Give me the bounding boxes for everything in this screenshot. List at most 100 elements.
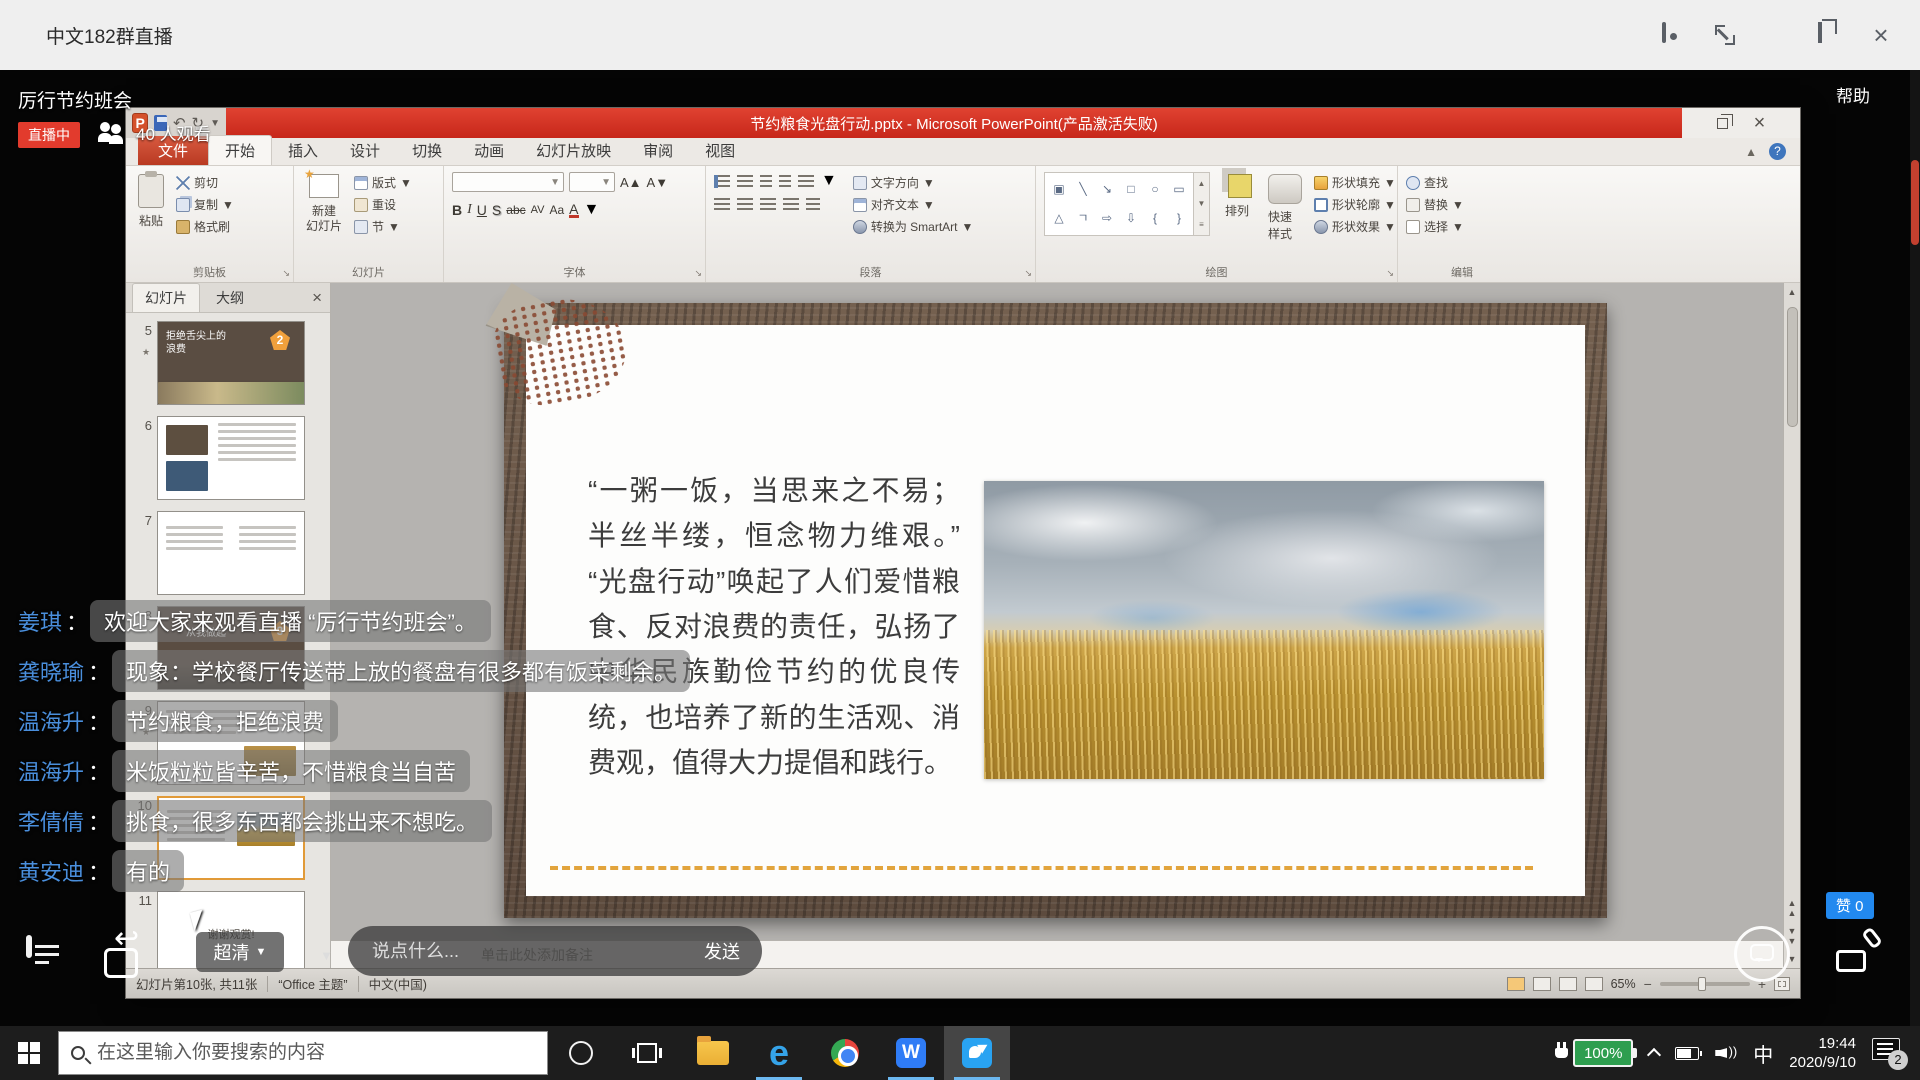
cortana-button[interactable] <box>548 1026 614 1080</box>
numbering-icon[interactable] <box>737 175 753 188</box>
minimize-ribbon-icon[interactable]: ▲ <box>1745 145 1757 159</box>
line-spacing-icon[interactable] <box>798 175 814 188</box>
align-right-icon[interactable] <box>760 198 776 211</box>
shape-effects-button[interactable]: 形状效果▼ <box>1314 218 1396 235</box>
ppt-restore-button[interactable] <box>1717 118 1728 129</box>
tab-view[interactable]: 视图 <box>689 136 751 165</box>
format-painter-button[interactable]: 格式刷 <box>176 218 234 235</box>
copy-button[interactable]: 复制▼ <box>176 196 234 213</box>
shape-fill-button[interactable]: 形状填充▼ <box>1314 174 1396 191</box>
drawing-dialog-launcher-icon[interactable]: ↘ <box>1386 268 1394 279</box>
tab-slideshow[interactable]: 幻灯片放映 <box>520 136 627 165</box>
select-button[interactable]: 选择▼ <box>1406 218 1520 235</box>
slide-thumbnail-6[interactable] <box>157 416 305 500</box>
share-button[interactable]: ↩ <box>100 932 152 984</box>
taskbar-clock[interactable]: 19:44 2020/9/10 <box>1789 1034 1856 1072</box>
stream-scrollbar[interactable] <box>1910 70 1920 1026</box>
volume-icon[interactable] <box>1715 1044 1737 1062</box>
bold-button[interactable]: B <box>452 202 462 218</box>
slide-thumbnail-5[interactable]: 拒绝舌尖上的浪费 2 <box>157 321 305 405</box>
restore-button[interactable] <box>1818 24 1840 46</box>
vertical-scrollbar[interactable]: ▲ ▲▲ ▼▼ ▼ <box>1783 283 1800 968</box>
char-spacing-button[interactable]: AV <box>531 204 545 216</box>
minimize-button[interactable] <box>1766 24 1788 46</box>
like-button[interactable] <box>1834 926 1884 976</box>
change-case-button[interactable]: Aa <box>549 203 564 217</box>
shape-outline-button[interactable]: 形状轮廓▼ <box>1314 196 1396 213</box>
help-link[interactable]: 帮助 <box>1836 82 1870 107</box>
tab-home[interactable]: 开始 <box>208 135 272 165</box>
font-family-select[interactable]: ▼ <box>452 172 564 192</box>
collapse-chevron-icon[interactable]: ▼ <box>320 948 333 963</box>
taskbar-search[interactable] <box>58 1031 548 1075</box>
ime-indicator[interactable]: 中 <box>1753 1039 1773 1068</box>
ppt-close-button[interactable]: × <box>1754 115 1766 131</box>
section-button[interactable]: 节▼ <box>354 218 412 235</box>
tab-insert[interactable]: 插入 <box>272 136 334 165</box>
justify-icon[interactable] <box>783 198 799 211</box>
font-size-select[interactable]: ▼ <box>569 172 615 192</box>
previous-slide-icon[interactable]: ▲▲ <box>1788 894 1797 922</box>
battery-icon[interactable] <box>1675 1047 1699 1060</box>
align-left-icon[interactable] <box>714 198 730 211</box>
normal-view-icon[interactable] <box>1507 977 1525 991</box>
close-button[interactable]: × <box>1870 24 1892 46</box>
reading-view-icon[interactable] <box>1559 977 1577 991</box>
decrease-indent-icon[interactable] <box>760 175 772 188</box>
replace-button[interactable]: 替换▼ <box>1406 196 1520 213</box>
zoom-slider[interactable] <box>1660 982 1750 986</box>
screenshare-icon[interactable] <box>1662 24 1684 46</box>
edge-button[interactable]: e <box>746 1026 812 1080</box>
search-input[interactable] <box>95 1041 535 1065</box>
clipboard-dialog-launcher-icon[interactable]: ↘ <box>282 268 290 279</box>
quality-selector[interactable]: 超清 ▼ <box>196 932 284 972</box>
align-text-button[interactable]: 对齐文本▼ <box>853 196 974 213</box>
panel-close-icon[interactable]: × <box>312 288 322 308</box>
find-button[interactable]: 查找 <box>1406 174 1520 191</box>
grow-font-icon[interactable]: A▲ <box>620 175 642 190</box>
slideshow-view-icon[interactable] <box>1585 977 1603 991</box>
chrome-button[interactable] <box>812 1026 878 1080</box>
font-dialog-launcher-icon[interactable]: ↘ <box>694 268 702 279</box>
panel-tab-outline[interactable]: 大纲 <box>204 284 256 312</box>
paragraph-dialog-launcher-icon[interactable]: ↘ <box>1024 268 1032 279</box>
chat-panel-toggle-button[interactable] <box>26 938 74 984</box>
send-button[interactable]: 发送 <box>704 938 740 964</box>
shapes-gallery[interactable]: ▣╲↘□○▭ △ㄱ⇨⇩{} <box>1044 172 1194 236</box>
stream-scrollbar-handle[interactable] <box>1911 160 1919 245</box>
qat-dropdown-icon[interactable]: ▼ <box>210 118 220 129</box>
power-status[interactable]: 100% <box>1555 1039 1633 1067</box>
columns-icon[interactable] <box>806 198 820 211</box>
increase-indent-icon[interactable] <box>779 175 791 188</box>
smartart-button[interactable]: 转换为 SmartArt▼ <box>853 218 974 235</box>
italic-button[interactable]: I <box>467 202 472 218</box>
task-view-button[interactable] <box>614 1026 680 1080</box>
font-color-button[interactable]: A <box>569 203 578 218</box>
underline-button[interactable]: U <box>477 202 487 218</box>
align-center-icon[interactable] <box>737 198 753 211</box>
panel-tab-slides[interactable]: 幻灯片 <box>132 283 200 312</box>
zoom-slider-handle[interactable] <box>1698 977 1706 991</box>
fullscreen-icon[interactable] <box>1714 24 1736 46</box>
scroll-up-icon[interactable]: ▲ <box>1788 283 1797 301</box>
tab-transitions[interactable]: 切换 <box>396 136 458 165</box>
text-direction-button[interactable]: 文字方向▼ <box>853 174 974 191</box>
reset-button[interactable]: 重设 <box>354 196 412 213</box>
strikethrough-button[interactable]: abc <box>506 203 525 217</box>
cut-button[interactable]: 剪切 <box>176 174 234 191</box>
slide-thumbnail-7[interactable] <box>157 511 305 595</box>
bullets-icon[interactable] <box>714 175 730 188</box>
start-button[interactable] <box>0 1026 58 1080</box>
scrollbar-handle[interactable] <box>1787 307 1798 427</box>
zoom-out-icon[interactable]: − <box>1644 976 1652 992</box>
fit-to-window-icon[interactable] <box>1774 977 1790 991</box>
chat-input[interactable] <box>370 940 694 963</box>
text-shadow-button[interactable]: S <box>492 202 501 218</box>
shapes-scroll[interactable]: ▲▼≡ <box>1194 172 1210 236</box>
hidden-icons-chevron[interactable] <box>1647 1048 1661 1062</box>
tab-animations[interactable]: 动画 <box>458 136 520 165</box>
slide-sorter-view-icon[interactable] <box>1533 977 1551 991</box>
tab-design[interactable]: 设计 <box>334 136 396 165</box>
stream-app-button[interactable] <box>944 1026 1010 1080</box>
message-circle-button[interactable] <box>1734 926 1790 982</box>
